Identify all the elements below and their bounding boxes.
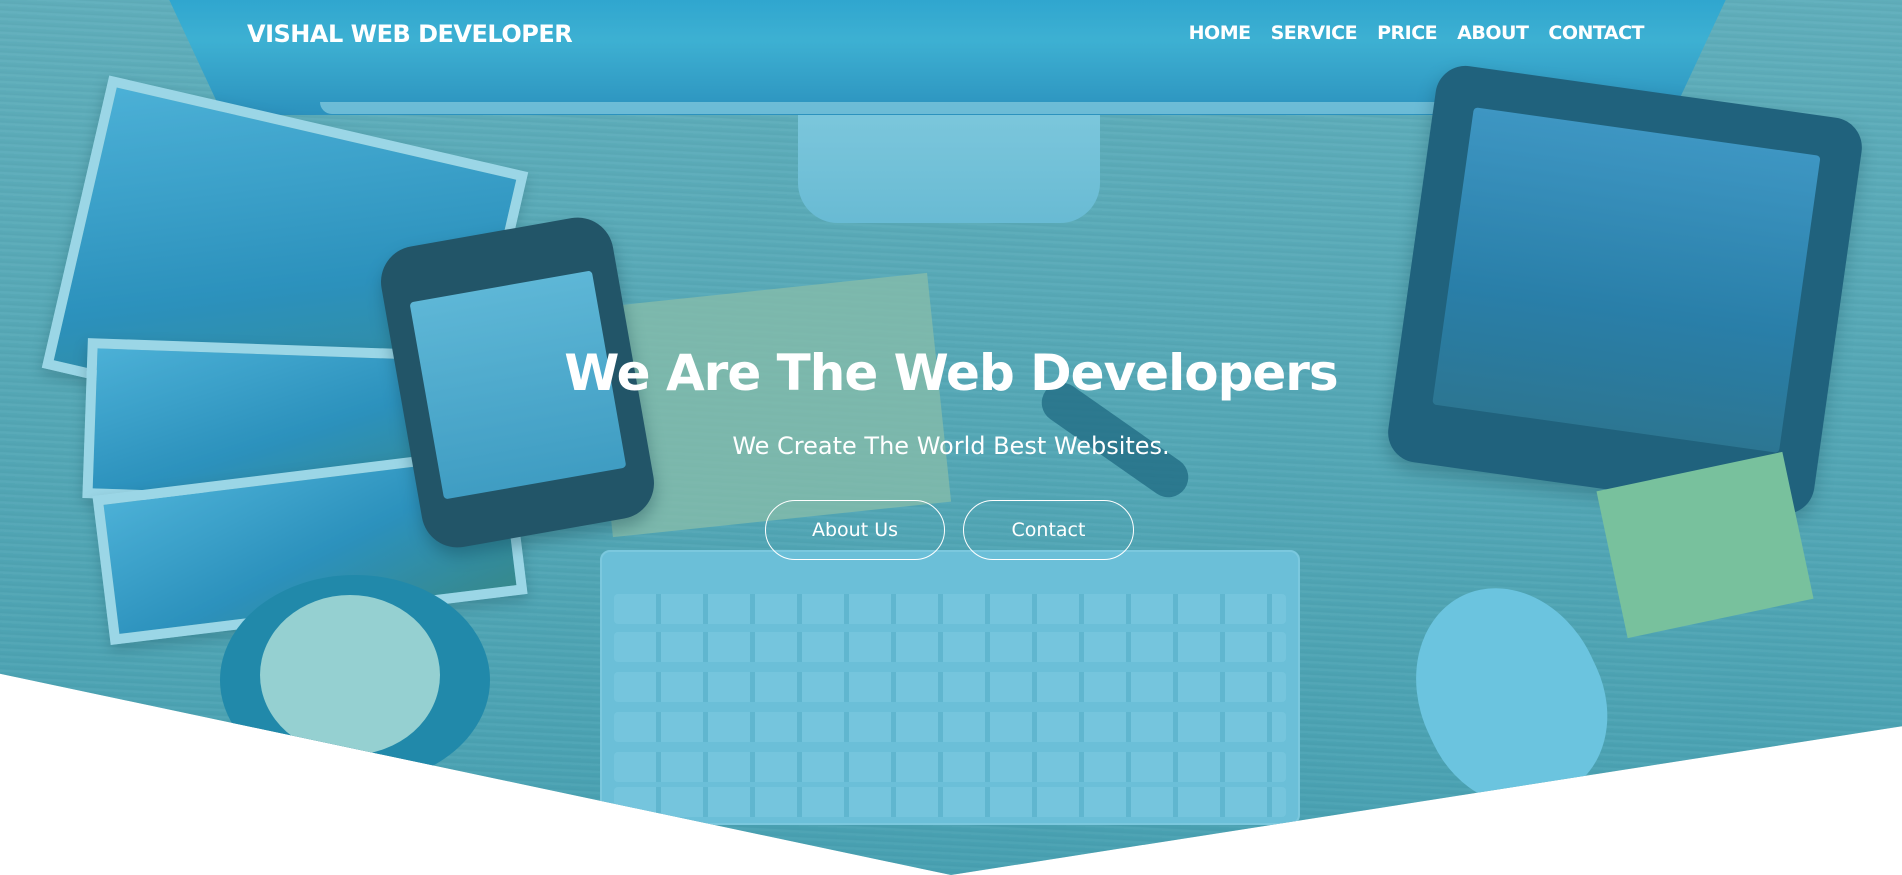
- hero-content: We Are The Web Developers We Create The …: [0, 0, 1902, 875]
- contact-button[interactable]: Contact: [963, 500, 1134, 560]
- hero-buttons: About Us Contact: [765, 500, 1134, 560]
- about-us-button[interactable]: About Us: [765, 500, 945, 560]
- hero-subtitle: We Create The World Best Websites.: [732, 432, 1170, 460]
- hero-title: We Are The Web Developers: [564, 344, 1338, 402]
